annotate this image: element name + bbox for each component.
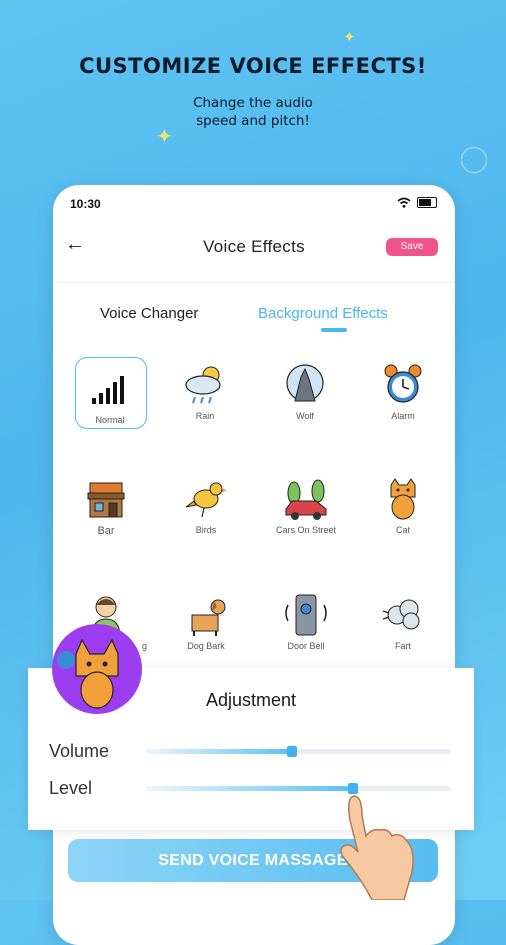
tab-background-effects[interactable]: Background Effects	[258, 305, 388, 322]
save-button[interactable]: Save	[386, 238, 438, 256]
effect-label: Bar	[97, 525, 115, 537]
effect-birds[interactable]: Birds	[161, 477, 251, 535]
effect-cars-on-street[interactable]: Cars On Street	[261, 477, 351, 535]
effect-cat[interactable]: Cat	[358, 477, 448, 535]
volume-label: Volume	[49, 741, 110, 761]
car-icon	[282, 477, 330, 521]
promo-subline-1: Change the audio	[193, 95, 313, 111]
active-tab-indicator	[321, 328, 347, 332]
volume-slider[interactable]	[146, 746, 451, 757]
dog-icon	[182, 593, 230, 637]
effect-dog-bark[interactable]: Dog Bark	[161, 593, 251, 651]
effect-rain[interactable]: Rain	[160, 363, 250, 421]
level-fill	[146, 786, 353, 791]
bird-icon	[182, 477, 230, 521]
bar-icon	[82, 477, 130, 521]
effect-alarm[interactable]: Alarm	[358, 363, 448, 421]
status-time: 10:30	[70, 197, 101, 211]
volume-knob[interactable]	[287, 746, 297, 757]
promo-headline: CUSTOMIZE VOICE EFFECTS!	[79, 54, 427, 78]
tab-voice-changer[interactable]: Voice Changer	[100, 305, 198, 322]
cat-avatar-icon	[57, 638, 119, 709]
promo-subline-2: speed and pitch!	[196, 113, 310, 129]
battery-icon	[417, 197, 437, 208]
avatar	[52, 624, 142, 714]
alarm-clock-icon	[379, 363, 427, 407]
effect-label: Rain	[195, 411, 215, 421]
effect-label: Cars On Street	[275, 525, 337, 535]
pointing-hand-icon	[332, 780, 422, 905]
bars-icon	[86, 367, 134, 411]
status-icons	[397, 197, 437, 208]
wifi-icon	[397, 197, 411, 208]
wolf-icon	[281, 363, 329, 407]
promo-subline: Change the audio speed and pitch!	[0, 94, 506, 130]
top-bar: ← Voice Effects Save	[53, 225, 455, 269]
level-label: Level	[49, 778, 93, 798]
effect-label: Birds	[195, 525, 217, 535]
volume-fill	[146, 749, 292, 754]
effect-label: Normal	[95, 415, 125, 425]
sparkle-icon: ✦	[156, 126, 173, 148]
effect-label: Dog Bark	[187, 641, 225, 651]
effect-label: Door Bell	[287, 641, 325, 651]
decorative-ring	[461, 147, 487, 173]
fart-cloud-icon	[379, 593, 427, 637]
effect-door-bell[interactable]: Door Bell	[261, 593, 351, 651]
effect-bar[interactable]: Bar	[61, 477, 151, 537]
cat-icon	[379, 477, 427, 521]
effect-wolf[interactable]: Wolf	[260, 363, 350, 421]
rain-cloud-icon	[181, 363, 229, 407]
sparkle-icon: ✦	[343, 29, 356, 46]
door-bell-icon	[282, 593, 330, 637]
effect-fart[interactable]: Fart	[358, 593, 448, 651]
effect-label: Fart	[394, 641, 411, 651]
effect-label: Cat	[395, 525, 410, 535]
effect-normal[interactable]: Normal	[65, 367, 155, 425]
effect-label: Wolf	[296, 411, 314, 421]
effect-label: Alarm	[391, 411, 415, 421]
